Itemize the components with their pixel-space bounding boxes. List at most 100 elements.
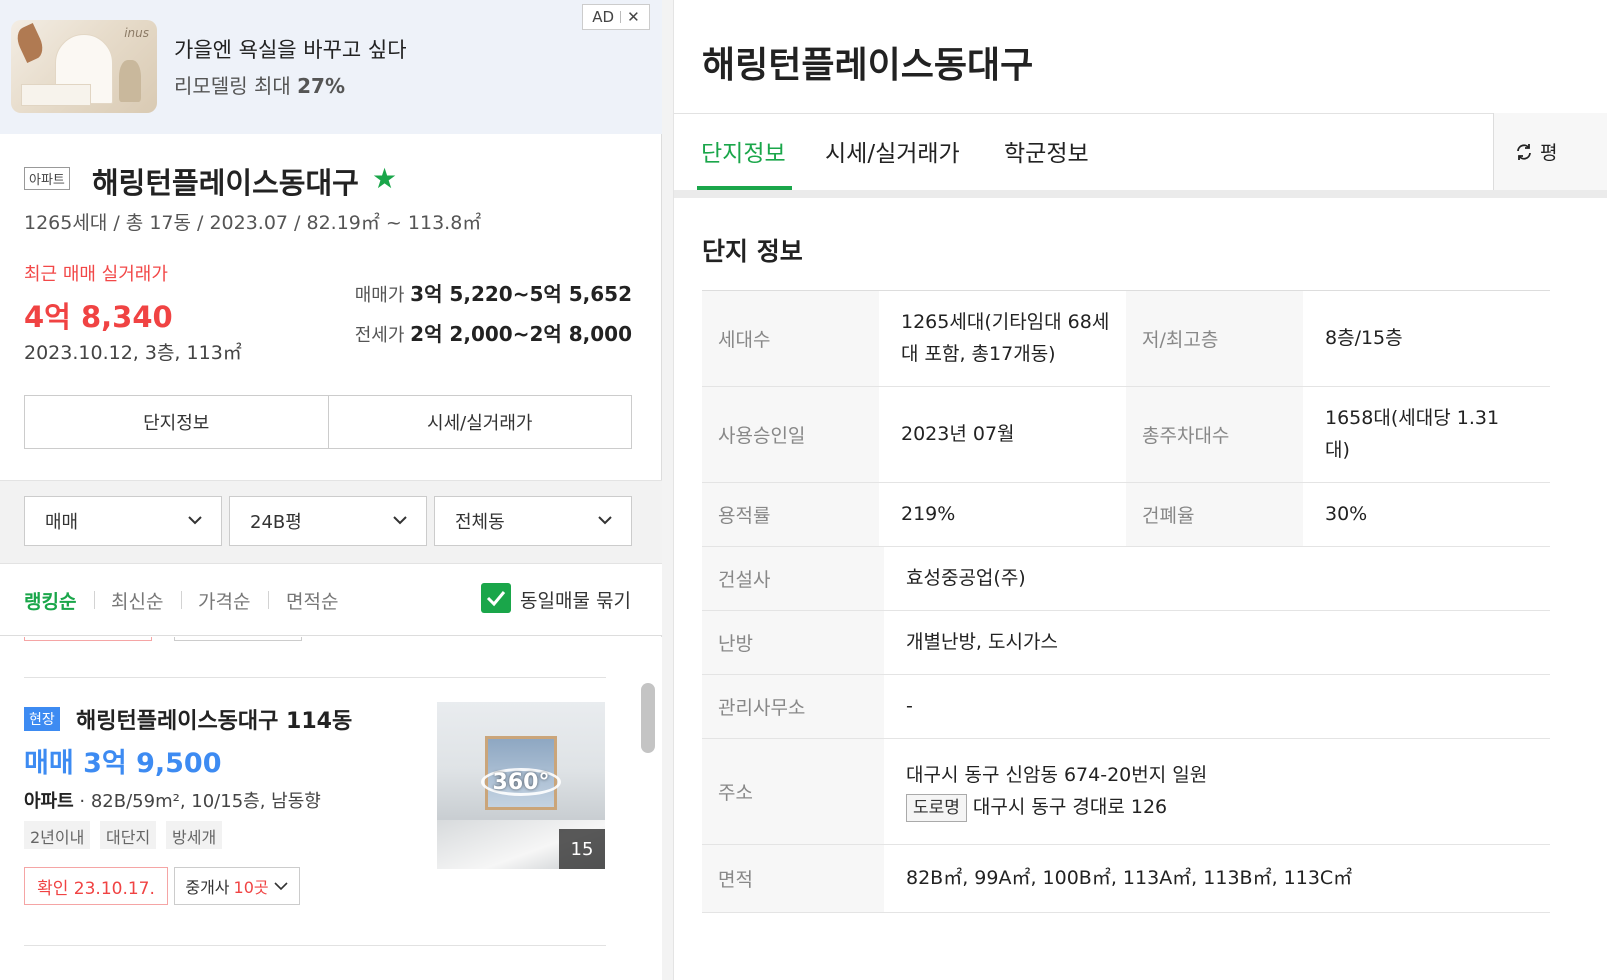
tab-bar-bottom <box>674 190 1607 198</box>
ad-badge[interactable]: AD ✕ <box>582 4 650 30</box>
page-title: 해링턴플레이스동대구 <box>702 45 1034 86</box>
trade-type-select[interactable]: 매매 <box>24 496 222 546</box>
row-value-line: 효성중공업(주) <box>906 566 1026 589</box>
left-panel: inus 가을엔 욕실을 바꾸고 싶다 리모델링 최대 27% AD ✕ 아파트… <box>0 0 662 980</box>
group-same-listing-checkbox[interactable] <box>481 583 511 613</box>
type-tag: 아파트 <box>24 167 70 190</box>
row-value-line: - <box>906 694 913 717</box>
broker-label: 중개사 <box>185 878 230 897</box>
ad-subtitle[interactable]: 리모델링 최대 27% <box>174 70 345 99</box>
row-value: 효성중공업(주) <box>884 547 1550 610</box>
row-value: 1265세대(기타임대 68세 대 포함, 총17개동) <box>879 291 1126 386</box>
row-value-line: 2023년 07월 <box>901 422 1015 445</box>
ad-badge-divider <box>620 11 622 23</box>
360-view-icon: 360° <box>492 769 550 795</box>
table-row: 난방 개별난방, 도시가스 <box>702 611 1550 675</box>
group-same-listing-label[interactable]: 동일매물 묶기 <box>520 586 631 613</box>
sort-latest[interactable]: 최신순 <box>111 587 163 614</box>
row-label: 용적률 <box>702 483 879 546</box>
unit-toggle-label: 평 <box>1540 142 1558 164</box>
listing-list: 현장 해링턴플레이스동대구 114동 매매 3억 9,500 아파트 · 82B… <box>0 637 662 980</box>
row-label: 저/최고층 <box>1126 291 1303 386</box>
ad-label: AD <box>592 8 615 26</box>
chevron-down-icon <box>598 516 612 525</box>
sale-range-value: 3억 5,220~5억 5,652 <box>410 282 632 306</box>
tab-school-info[interactable]: 학군정보 <box>1004 134 1089 168</box>
row-value: 2023년 07월 <box>879 387 1126 482</box>
check-icon <box>486 591 506 607</box>
tab-complex-info[interactable]: 단지정보 <box>701 134 786 168</box>
size-select[interactable]: 24B평 <box>229 496 427 546</box>
sort-divider <box>94 591 95 609</box>
unit-toggle-button[interactable]: 평 <box>1493 113 1607 190</box>
complex-meta: 1265세대 / 총 17동 / 2023.07 / 82.19㎡ ~ 113.… <box>24 212 482 234</box>
sort-divider <box>268 591 269 609</box>
list-divider <box>24 677 606 678</box>
row-label: 사용승인일 <box>702 387 879 482</box>
app-root: inus 가을엔 욕실을 바꾸고 싶다 리모델링 최대 27% AD ✕ 아파트… <box>0 0 1607 980</box>
recent-price-date: 2023.10.12, 3층, 113㎡ <box>24 342 242 364</box>
row-label: 총주차대수 <box>1126 387 1303 482</box>
road-address: 대구시 동구 경대로 126 <box>972 795 1168 818</box>
list-scrollbar[interactable] <box>641 683 655 753</box>
price-history-button[interactable]: 시세/실거래가 <box>327 396 632 448</box>
sort-price[interactable]: 가격순 <box>198 587 250 614</box>
row-value-line: 대구시 동구 신암동 674-20번지 일원 <box>906 764 1208 787</box>
ad-subtitle-text: 리모델링 최대 <box>174 74 291 98</box>
vanity-counter <box>21 84 91 106</box>
feature-chip: 방세개 <box>166 821 223 849</box>
close-icon[interactable]: ✕ <box>627 8 640 26</box>
listing-spec: 아파트 · 82B/59m², 10/15층, 남동향 <box>24 787 321 813</box>
row-label: 건설사 <box>702 547 884 610</box>
listing-type: 아파트 <box>24 791 74 812</box>
dong-value: 전체동 <box>455 512 505 533</box>
row-value-line: 82B㎡, 99A㎡, 100B㎡, 113A㎡, 113B㎡, 113C㎡ <box>906 866 1353 889</box>
row-label: 주소 <box>702 739 884 844</box>
recent-price: 4억 8,340 <box>24 300 173 334</box>
listing-price: 매매 3억 9,500 <box>24 748 222 779</box>
previous-broker-chip <box>174 637 302 641</box>
chevron-down-icon <box>188 516 202 525</box>
row-value: 30% <box>1303 483 1550 546</box>
road-name-tag: 도로명 <box>906 793 967 822</box>
ad-banner[interactable]: inus 가을엔 욕실을 바꾸고 싶다 리모델링 최대 27% AD ✕ <box>0 0 662 134</box>
summary-button-row: 단지정보 시세/실거래가 <box>24 395 632 449</box>
star-icon[interactable]: ★ <box>372 162 397 195</box>
row-value-line: 1265세대(기타임대 68세 <box>901 311 1110 334</box>
table-row: 건설사 효성중공업(주) <box>702 547 1550 611</box>
list-divider <box>24 945 606 946</box>
sort-ranking[interactable]: 랭킹순 <box>24 587 76 614</box>
table-row: 면적 82B㎡, 99A㎡, 100B㎡, 113A㎡, 113B㎡, 113C… <box>702 845 1550 913</box>
row-value: 219% <box>879 483 1126 546</box>
ad-title[interactable]: 가을엔 욕실을 바꾸고 싶다 <box>174 34 407 64</box>
filter-bar: 매매 24B평 전체동 <box>0 480 662 564</box>
row-value: 개별난방, 도시가스 <box>884 611 1550 674</box>
listing-photo[interactable]: 360° 15 <box>437 702 605 869</box>
row-value: - <box>884 675 1550 738</box>
complex-info-button[interactable]: 단지정보 <box>25 396 328 448</box>
trade-type-value: 매매 <box>45 512 79 533</box>
plant-decoration <box>119 60 141 102</box>
photo-count: 15 <box>559 829 605 869</box>
dong-select[interactable]: 전체동 <box>434 496 632 546</box>
tab-price-history[interactable]: 시세/실거래가 <box>825 134 960 168</box>
ad-thumbnail[interactable]: inus <box>11 20 157 113</box>
sort-area[interactable]: 면적순 <box>286 587 338 614</box>
listing-title[interactable]: 해링턴플레이스동대구 114동 <box>76 703 352 735</box>
sort-bar: 랭킹순 최신순 가격순 면적순 동일매물 묶기 <box>0 564 662 636</box>
jeonse-range-value: 2억 2,000~2억 8,000 <box>410 322 632 346</box>
table-row: 세대수 1265세대(기타임대 68세 대 포함, 총17개동) 저/최고층 8… <box>702 291 1550 387</box>
table-row: 사용승인일 2023년 07월 총주차대수 1658대(세대당 1.31 대) <box>702 387 1550 483</box>
panel-gap <box>662 0 674 980</box>
broker-dropdown[interactable]: 중개사 10곳 <box>174 867 300 905</box>
on-site-tag: 현장 <box>24 707 60 731</box>
ad-brand-logo: inus <box>124 26 149 40</box>
road-address-line: 도로명 대구시 동구 경대로 126 <box>906 792 1550 823</box>
row-value: 대구시 동구 신암동 674-20번지 일원 도로명 대구시 동구 경대로 126 <box>884 739 1550 844</box>
sort-divider <box>181 591 182 609</box>
ad-subtitle-pct: 27% <box>297 74 345 98</box>
jeonse-price-range: 전세가 2억 2,000~2억 8,000 <box>355 318 632 347</box>
detail-panel: 해링턴플레이스동대구 단지정보 시세/실거래가 학군정보 평 단지 정보 세대수… <box>674 0 1607 980</box>
row-value-line: 8층/15층 <box>1325 326 1403 349</box>
recent-price-label: 최근 매매 실거래가 <box>24 264 168 285</box>
